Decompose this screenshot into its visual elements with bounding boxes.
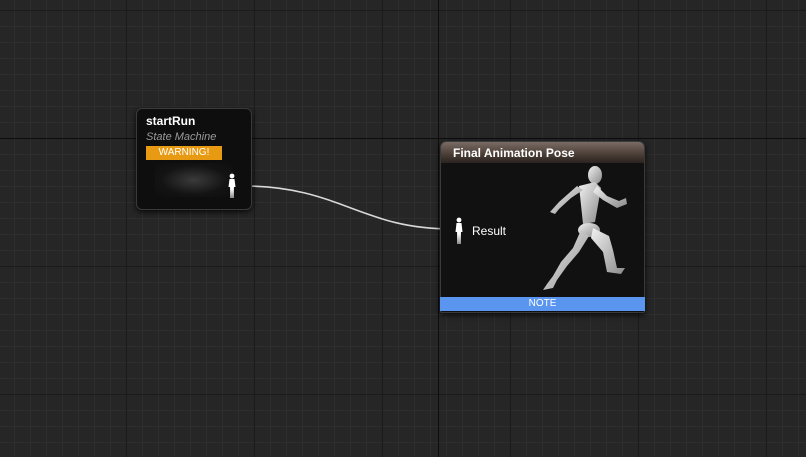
state-machine-body — [155, 163, 233, 197]
final-animation-pose-node[interactable]: Final Animation Pose Result NOTE — [440, 141, 645, 313]
final-pose-header: Final Animation Pose — [441, 142, 644, 163]
state-machine-subtitle: State Machine — [146, 131, 217, 143]
graph-canvas[interactable]: startRun State Machine WARNING! Final An… — [0, 0, 806, 457]
note-bar: NOTE — [440, 297, 645, 311]
final-pose-title: Final Animation Pose — [453, 146, 575, 160]
pose-pin-icon[interactable] — [454, 217, 464, 245]
running-mannequin-icon — [543, 166, 627, 290]
pose-pin-icon[interactable] — [227, 173, 237, 199]
pose-connection-wire[interactable] — [0, 0, 806, 457]
state-machine-title: startRun — [146, 114, 196, 128]
result-pin-label: Result — [472, 224, 507, 238]
state-machine-node[interactable]: startRun State Machine WARNING! — [136, 108, 252, 210]
warning-badge: WARNING! — [146, 146, 222, 160]
